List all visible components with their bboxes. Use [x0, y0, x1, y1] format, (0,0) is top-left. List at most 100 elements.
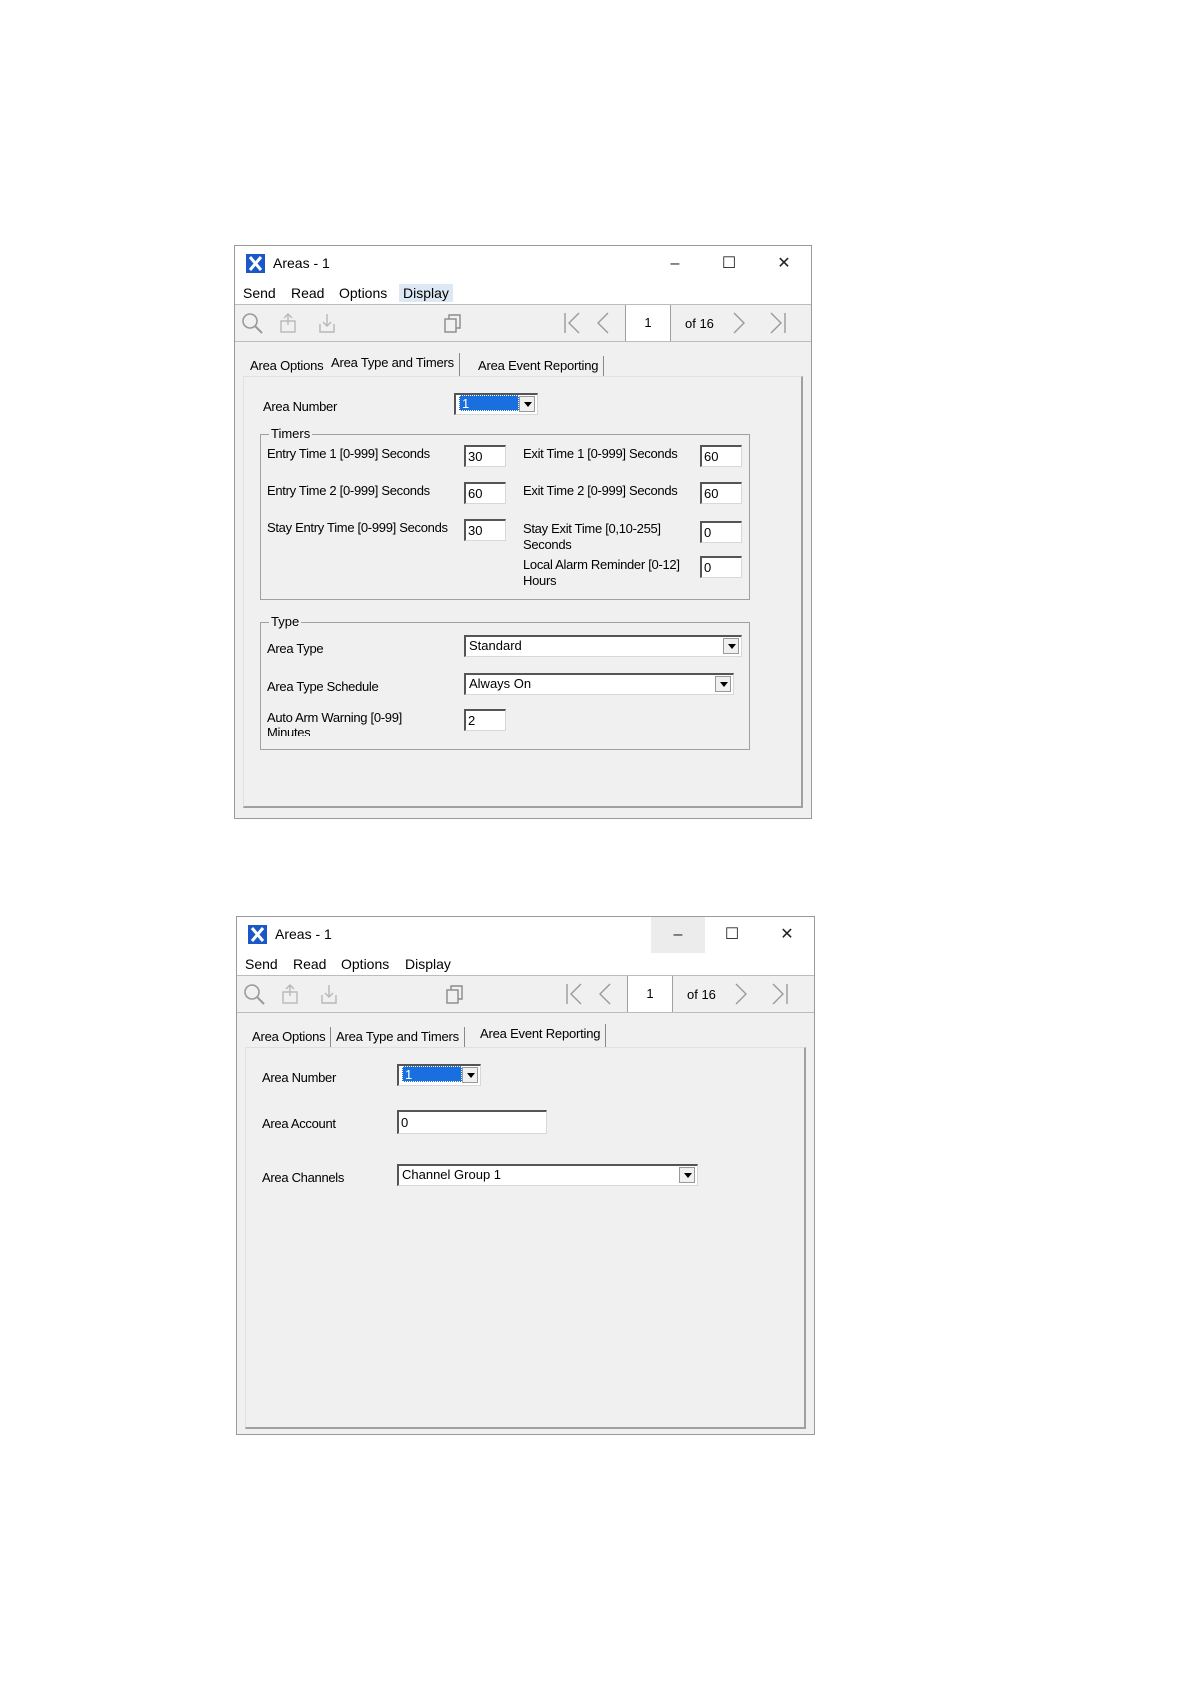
chevron-down-icon[interactable] [519, 396, 535, 412]
window-title: Areas - 1 [273, 255, 330, 271]
type-group: Type Area Type Standard Area Type Schedu… [260, 614, 750, 750]
area-number-value: 1 [459, 395, 519, 411]
last-page-icon[interactable] [765, 311, 789, 335]
stay-entry-time-field[interactable] [464, 519, 506, 541]
page-count: of 16 [685, 316, 714, 331]
area-number-select[interactable]: 1 [397, 1064, 481, 1086]
exit-time-2-label: Exit Time 2 [0-999] Seconds [523, 483, 678, 498]
copy-icon[interactable] [441, 311, 465, 335]
entry-time-1-field[interactable] [464, 445, 506, 467]
entry-time-2-label: Entry Time 2 [0-999] Seconds [267, 483, 430, 498]
menu-send[interactable]: Send [241, 955, 282, 973]
stay-exit-time-unit: Seconds [523, 537, 572, 552]
app-icon [248, 925, 267, 944]
stay-exit-time-label: Stay Exit Time [0,10-255] [523, 521, 661, 536]
stay-exit-time-field[interactable] [700, 521, 742, 543]
auto-arm-warning-field[interactable] [464, 709, 506, 731]
area-number-select[interactable]: 1 [454, 393, 538, 415]
window-title: Areas - 1 [275, 926, 332, 942]
tab-area-type-and-timers[interactable]: Area Type and Timers [331, 1027, 465, 1047]
area-number-label: Area Number [262, 1070, 337, 1085]
menu-options[interactable]: Options [335, 284, 391, 302]
next-page-icon[interactable] [729, 982, 753, 1006]
area-account-label: Area Account [262, 1116, 336, 1131]
area-number-value: 1 [402, 1066, 462, 1082]
next-page-icon[interactable] [727, 311, 751, 335]
title-bar[interactable]: Areas - 1 – ☐ ✕ [237, 917, 814, 953]
download-icon[interactable] [315, 311, 339, 335]
toolbar: 1 of 16 [235, 304, 811, 342]
upload-icon[interactable] [278, 982, 302, 1006]
auto-arm-warning-label: Auto Arm Warning [0-99] [267, 710, 402, 725]
chevron-down-icon[interactable] [679, 1167, 695, 1183]
menu-bar: Send Read Options Display [237, 953, 814, 975]
area-number-label: Area Number [263, 399, 338, 414]
prev-page-icon[interactable] [593, 982, 617, 1006]
auto-arm-warning-unit: Minutes [267, 725, 311, 736]
close-button[interactable]: ✕ [760, 917, 814, 953]
area-type-schedule-select[interactable]: Always On [464, 673, 734, 695]
search-icon[interactable] [242, 982, 266, 1006]
chevron-down-icon[interactable] [715, 676, 731, 692]
minimize-button[interactable]: – [648, 246, 702, 282]
tab-panel-type-timers: Area Number 1 Timers Entry Time 1 [0-999… [243, 376, 803, 808]
menu-display[interactable]: Display [399, 284, 453, 302]
local-alarm-reminder-unit: Hours [523, 573, 557, 588]
area-channels-value: Channel Group 1 [402, 1167, 502, 1182]
menu-bar: Send Read Options Display [235, 282, 811, 304]
menu-options[interactable]: Options [337, 955, 393, 973]
tab-area-options[interactable]: Area Options [245, 356, 330, 376]
minimize-button[interactable]: – [651, 917, 705, 953]
area-type-label: Area Type [267, 641, 324, 656]
page-number-input[interactable]: 1 [625, 305, 671, 341]
page-number-input[interactable]: 1 [627, 976, 673, 1012]
area-channels-label: Area Channels [262, 1170, 345, 1185]
close-button[interactable]: ✕ [757, 246, 811, 282]
tab-area-event-reporting[interactable]: Area Event Reporting [475, 1024, 607, 1048]
page-count: of 16 [687, 987, 716, 1002]
area-type-schedule-value: Always On [469, 676, 532, 691]
areas-window-timers: Areas - 1 – ☐ ✕ Send Read Options Displa… [234, 245, 812, 819]
local-alarm-reminder-label: Local Alarm Reminder [0-12] [523, 557, 680, 572]
copy-icon[interactable] [443, 982, 467, 1006]
app-icon [246, 254, 265, 273]
timers-legend: Timers [269, 426, 313, 441]
menu-read[interactable]: Read [287, 284, 328, 302]
area-type-value: Standard [469, 638, 522, 653]
title-bar[interactable]: Areas - 1 – ☐ ✕ [235, 246, 811, 282]
tab-panel-event-reporting: Area Number 1 Area Account Area Channels… [245, 1047, 806, 1429]
area-channels-select[interactable]: Channel Group 1 [397, 1164, 698, 1186]
area-account-field[interactable] [397, 1110, 547, 1134]
areas-window-event-reporting: Areas - 1 – ☐ ✕ Send Read Options Displa… [236, 916, 815, 1435]
menu-read[interactable]: Read [289, 955, 330, 973]
download-icon[interactable] [317, 982, 341, 1006]
area-type-select[interactable]: Standard [464, 635, 742, 657]
prev-page-icon[interactable] [591, 311, 615, 335]
first-page-icon[interactable] [561, 311, 585, 335]
timers-group: Timers Entry Time 1 [0-999] Seconds Entr… [260, 426, 750, 600]
type-legend: Type [269, 614, 302, 629]
exit-time-2-field[interactable] [700, 482, 742, 504]
area-type-schedule-label: Area Type Schedule [267, 679, 379, 694]
search-icon[interactable] [240, 311, 264, 335]
entry-time-1-label: Entry Time 1 [0-999] Seconds [267, 446, 430, 461]
window-client: Area Options Area Type and Timers Area E… [235, 342, 811, 818]
tab-area-type-and-timers[interactable]: Area Type and Timers [326, 353, 460, 377]
exit-time-1-label: Exit Time 1 [0-999] Seconds [523, 446, 678, 461]
first-page-icon[interactable] [563, 982, 587, 1006]
exit-time-1-field[interactable] [700, 445, 742, 467]
menu-send[interactable]: Send [239, 284, 280, 302]
toolbar: 1 of 16 [237, 975, 814, 1013]
tab-area-event-reporting[interactable]: Area Event Reporting [473, 356, 605, 376]
chevron-down-icon[interactable] [723, 638, 739, 654]
menu-display[interactable]: Display [401, 955, 455, 973]
window-client: Area Options Area Type and Timers Area E… [237, 1013, 814, 1434]
maximize-button[interactable]: ☐ [702, 246, 756, 282]
maximize-button[interactable]: ☐ [705, 917, 759, 953]
chevron-down-icon[interactable] [462, 1067, 478, 1083]
last-page-icon[interactable] [767, 982, 791, 1006]
tab-area-options[interactable]: Area Options [247, 1027, 332, 1047]
upload-icon[interactable] [276, 311, 300, 335]
entry-time-2-field[interactable] [464, 482, 506, 504]
local-alarm-reminder-field[interactable] [700, 556, 742, 578]
